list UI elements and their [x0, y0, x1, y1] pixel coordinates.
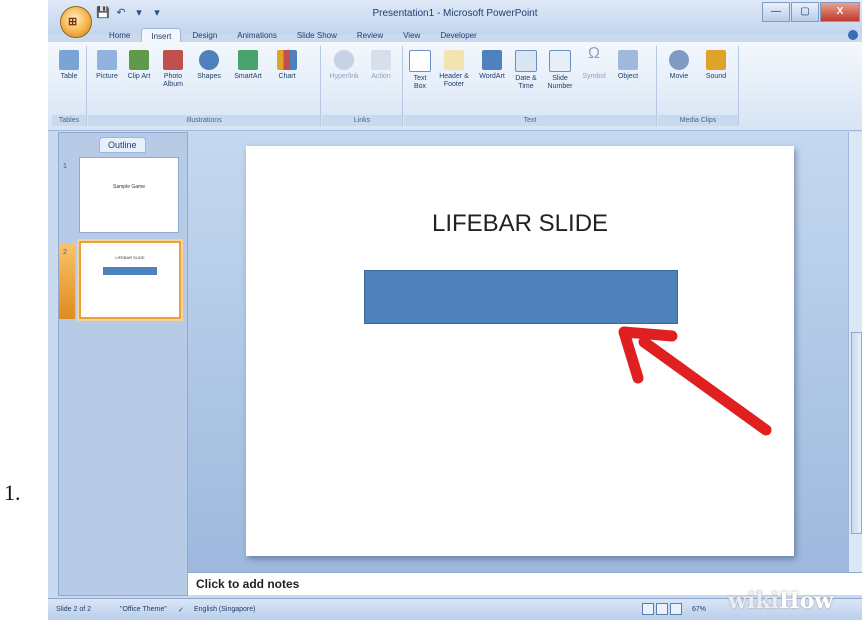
hyperlink-button[interactable]: Hyperlink: [326, 50, 362, 81]
powerpoint-window: ⊞ 💾 ↶ ▾ ▾ Presentation1 - Microsoft Powe…: [48, 0, 862, 620]
text-box-icon: [409, 50, 431, 72]
clip-art-icon: [129, 50, 149, 70]
table-icon: [59, 50, 79, 70]
object-icon: [618, 50, 638, 70]
red-arrow-annotation: [618, 326, 772, 436]
theme-name: "Office Theme": [120, 606, 167, 613]
globe-icon: [334, 50, 354, 70]
movie-icon: [669, 50, 689, 70]
window-title: Presentation1 - Microsoft PowerPoint: [372, 8, 538, 19]
wordart-icon: [482, 50, 502, 70]
spellcheck-icon[interactable]: ✓: [178, 606, 184, 614]
group-illustrations: Picture Clip Art Photo Album Shapes Smar…: [88, 46, 321, 126]
slide-number-label: 1: [63, 163, 67, 170]
picture-icon: [97, 50, 117, 70]
slide-number-icon: [549, 50, 571, 72]
notes-placeholder: Click to add notes: [196, 577, 300, 591]
minimize-button[interactable]: —: [762, 2, 790, 22]
language: English (Singapore): [194, 606, 256, 613]
omega-icon: Ω: [588, 45, 600, 62]
action-button[interactable]: Action: [366, 50, 396, 81]
speaker-icon: [706, 50, 726, 70]
shapes-icon: [199, 50, 219, 70]
group-tables: Table Tables: [52, 46, 87, 126]
photo-album-icon: [163, 50, 183, 70]
chart-icon: [277, 50, 297, 70]
slide-number-label: 2: [63, 249, 67, 256]
slides-pane: Outline 1 Sample Game 2 LIFEBAR SLIDE: [58, 132, 188, 596]
office-logo-icon: ⊞: [68, 16, 78, 28]
smartart-icon: [238, 50, 258, 70]
thumbnail-title: Sample Game: [113, 184, 145, 190]
vertical-scrollbar[interactable]: [848, 132, 862, 572]
wordart-button[interactable]: WordArt: [476, 50, 508, 81]
symbol-button[interactable]: Ω Symbol: [578, 45, 610, 81]
slide[interactable]: LIFEBAR SLIDE: [246, 146, 794, 556]
tab-outline[interactable]: Outline: [99, 137, 146, 153]
view-buttons: [642, 603, 682, 615]
picture-button[interactable]: Picture: [92, 50, 122, 81]
group-media-clips: Movie Sound Media Clips: [658, 46, 739, 126]
window-controls: — ▢ X: [761, 2, 860, 22]
group-text: Text Box Header & Footer WordArt Date & …: [404, 46, 657, 126]
office-button[interactable]: ⊞: [60, 6, 92, 38]
thumbnail-lifebar: [103, 267, 157, 275]
slide-thumbnail-1[interactable]: Sample Game: [79, 157, 179, 233]
text-box-button[interactable]: Text Box: [408, 50, 432, 91]
scroll-thumb[interactable]: [851, 332, 862, 534]
shapes-button[interactable]: Shapes: [194, 50, 224, 81]
sound-button[interactable]: Sound: [700, 50, 732, 81]
smartart-button[interactable]: SmartArt: [228, 50, 268, 81]
thumbnail-title: LIFEBAR SLIDE: [115, 255, 145, 260]
slide-sorter-icon[interactable]: [656, 603, 668, 615]
normal-view-icon[interactable]: [642, 603, 654, 615]
ribbon: Table Tables Picture Clip Art Photo Albu…: [48, 42, 862, 131]
selection-accent: [59, 243, 75, 319]
chart-button[interactable]: Chart: [272, 50, 302, 81]
wikihow-watermark: wikiHow: [728, 588, 834, 614]
clip-art-button[interactable]: Clip Art: [126, 50, 152, 81]
slide-counter: Slide 2 of 2: [56, 606, 92, 613]
movie-button[interactable]: Movie: [662, 50, 696, 81]
header-footer-icon: [444, 50, 464, 70]
date-time-button[interactable]: Date & Time: [510, 50, 542, 91]
slide-thumbnail-2[interactable]: LIFEBAR SLIDE: [79, 241, 181, 319]
action-icon: [371, 50, 391, 70]
maximize-button[interactable]: ▢: [791, 2, 819, 22]
photo-album-button[interactable]: Photo Album: [156, 50, 190, 89]
close-button[interactable]: X: [820, 2, 860, 22]
zoom-level[interactable]: 67%: [692, 606, 706, 613]
calendar-icon: [515, 50, 537, 72]
header-footer-button[interactable]: Header & Footer: [436, 50, 472, 89]
step-number: 1.: [4, 480, 21, 505]
help-icon[interactable]: [848, 30, 858, 40]
group-links: Hyperlink Action Links: [322, 46, 403, 126]
slide-canvas: LIFEBAR SLIDE: [188, 132, 848, 572]
slide-number-button[interactable]: Slide Number: [544, 50, 576, 91]
object-button[interactable]: Object: [612, 50, 644, 81]
table-button[interactable]: Table: [56, 50, 82, 81]
slide-show-icon[interactable]: [670, 603, 682, 615]
